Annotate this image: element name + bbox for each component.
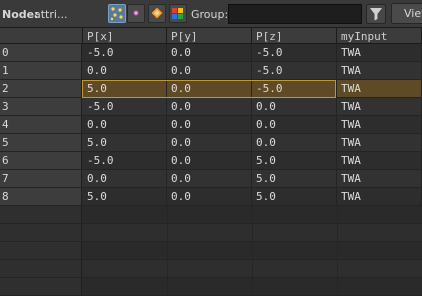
row-index[interactable]: 5	[0, 134, 82, 151]
empty-cell	[337, 242, 422, 259]
row-index[interactable]: 7	[0, 170, 82, 187]
table-row[interactable]: 1 0.0 0.0 -5.0 TWA	[0, 62, 422, 80]
cell-py[interactable]: 0.0	[167, 62, 252, 79]
table-row[interactable]: 4 0.0 0.0 0.0 TWA	[0, 116, 422, 134]
empty-row	[0, 206, 422, 224]
row-index[interactable]: 4	[0, 116, 82, 133]
table-row[interactable]: 3 -5.0 0.0 0.0 TWA	[0, 98, 422, 116]
node-path[interactable]: attri...	[34, 8, 98, 21]
filter-icon[interactable]	[366, 4, 386, 24]
empty-cell	[167, 206, 253, 223]
table-row[interactable]: 8 5.0 0.0 5.0 TWA	[0, 188, 422, 206]
row-index[interactable]: 1	[0, 62, 82, 79]
cell-myinput[interactable]: TWA	[337, 98, 422, 115]
empty-row	[0, 278, 422, 296]
empty-cell	[252, 242, 338, 259]
empty-row	[0, 260, 422, 278]
cell-py[interactable]: 0.0	[167, 44, 252, 61]
cell-py[interactable]: 0.0	[167, 80, 252, 97]
empty-cell	[167, 242, 253, 259]
empty-row-index	[0, 260, 82, 277]
table-row[interactable]: 0 -5.0 0.0 -5.0 TWA	[0, 44, 422, 62]
empty-cell	[337, 206, 422, 223]
row-index[interactable]: 6	[0, 152, 82, 169]
cell-myinput[interactable]: TWA	[337, 134, 422, 151]
cell-px[interactable]: -5.0	[83, 98, 167, 115]
column-header-py[interactable]: P[y]	[167, 28, 252, 44]
points-icon[interactable]	[108, 4, 126, 23]
cell-myinput[interactable]: TWA	[337, 170, 422, 187]
empty-cell	[83, 260, 168, 277]
cell-pz[interactable]: 5.0	[252, 152, 337, 169]
cell-pz[interactable]: -5.0	[252, 44, 337, 61]
index-column-header	[0, 28, 83, 44]
empty-cell	[337, 224, 422, 241]
empty-row	[0, 224, 422, 242]
cell-myinput[interactable]: TWA	[337, 62, 422, 79]
view-button[interactable]: View	[391, 3, 422, 24]
cell-px[interactable]: -5.0	[83, 152, 167, 169]
cell-pz[interactable]: 5.0	[252, 170, 337, 187]
cell-pz[interactable]: 5.0	[252, 188, 337, 205]
table-row[interactable]: 2 5.0 0.0 -5.0 TWA	[0, 80, 422, 98]
empty-cell	[83, 206, 168, 223]
cell-pz[interactable]: -5.0	[252, 62, 337, 79]
group-label: Group:	[191, 8, 229, 21]
cell-py[interactable]: 0.0	[167, 98, 252, 115]
vertices-icon[interactable]	[127, 4, 145, 23]
cell-py[interactable]: 0.0	[167, 116, 252, 133]
cell-pz[interactable]: 0.0	[252, 98, 337, 115]
empty-cell	[252, 260, 338, 277]
detail-icon[interactable]	[169, 4, 187, 23]
empty-cell	[83, 224, 168, 241]
cell-pz[interactable]: 0.0	[252, 134, 337, 151]
cell-px[interactable]: 0.0	[83, 116, 167, 133]
row-index[interactable]: 3	[0, 98, 82, 115]
toolbar: Node: attri... Group: View	[0, 0, 422, 28]
cell-py[interactable]: 0.0	[167, 152, 252, 169]
group-input[interactable]	[228, 4, 362, 24]
primitives-icon[interactable]	[148, 4, 166, 23]
cell-myinput[interactable]: TWA	[337, 80, 422, 97]
spreadsheet-grid: P[x] P[y] P[z] myInput 0 -5.0 0.0 -5.0 TWA 1 0…	[0, 28, 422, 296]
row-index[interactable]: 0	[0, 44, 82, 61]
table-row[interactable]: 5 5.0 0.0 0.0 TWA	[0, 134, 422, 152]
cell-myinput[interactable]: TWA	[337, 152, 422, 169]
cell-px[interactable]: 5.0	[83, 188, 167, 205]
row-index[interactable]: 2	[0, 80, 82, 97]
cell-py[interactable]: 0.0	[167, 170, 252, 187]
empty-cell	[167, 260, 253, 277]
empty-cell	[83, 242, 168, 259]
empty-cell	[337, 260, 422, 277]
table-row[interactable]: 7 0.0 0.0 5.0 TWA	[0, 170, 422, 188]
column-header-px[interactable]: P[x]	[83, 28, 167, 44]
cell-px[interactable]: -5.0	[83, 44, 167, 61]
cell-myinput[interactable]: TWA	[337, 188, 422, 205]
row-index[interactable]: 8	[0, 188, 82, 205]
cell-py[interactable]: 0.0	[167, 188, 252, 205]
cell-pz[interactable]: 0.0	[252, 116, 337, 133]
cell-myinput[interactable]: TWA	[337, 116, 422, 133]
empty-row-index	[0, 224, 82, 241]
column-header-pz[interactable]: P[z]	[252, 28, 337, 44]
cell-px[interactable]: 0.0	[83, 62, 167, 79]
cell-myinput[interactable]: TWA	[337, 44, 422, 61]
empty-cell	[167, 224, 253, 241]
column-header-myinput[interactable]: myInput	[337, 28, 422, 44]
cell-pz[interactable]: -5.0	[252, 80, 337, 97]
cell-px[interactable]: 0.0	[83, 170, 167, 187]
empty-row-index	[0, 242, 82, 259]
empty-row	[0, 242, 422, 260]
empty-cell	[252, 224, 338, 241]
cell-py[interactable]: 0.0	[167, 134, 252, 151]
cell-px[interactable]: 5.0	[83, 80, 167, 97]
empty-row-index	[0, 206, 82, 223]
empty-cell	[252, 206, 338, 223]
table-row[interactable]: 6 -5.0 0.0 5.0 TWA	[0, 152, 422, 170]
cell-px[interactable]: 5.0	[83, 134, 167, 151]
